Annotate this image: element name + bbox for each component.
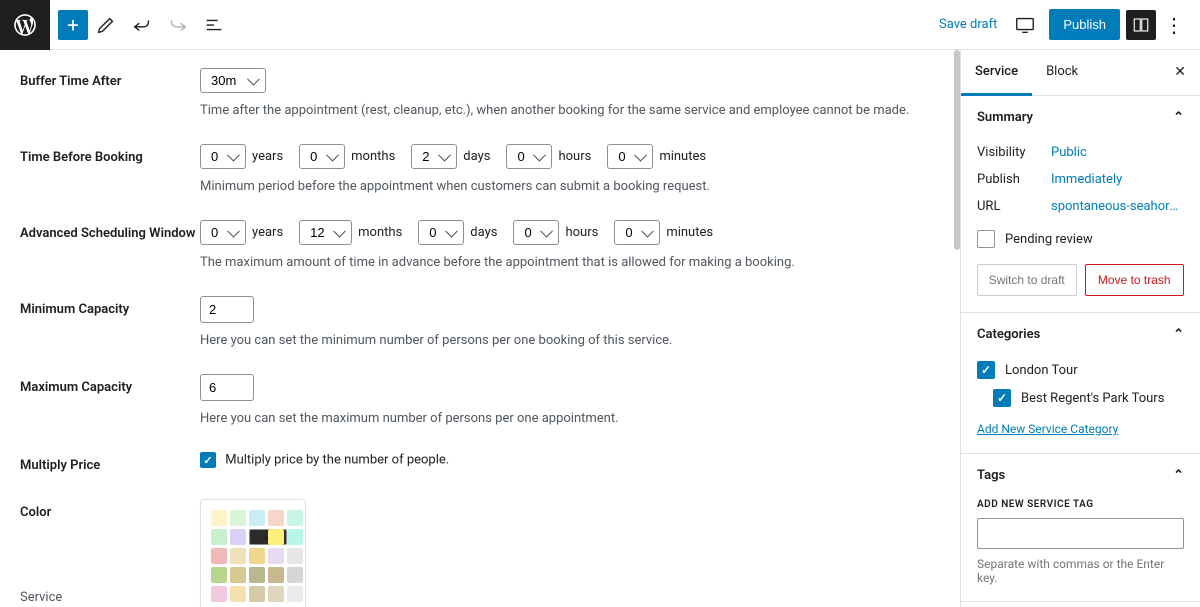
edit-icon[interactable] — [88, 7, 124, 43]
color-swatch[interactable] — [211, 548, 227, 564]
time-before-days[interactable]: 2 — [411, 144, 457, 169]
adv-window-days[interactable]: 0 — [418, 220, 464, 245]
color-swatch[interactable] — [268, 567, 284, 583]
settings-toggle[interactable] — [1126, 10, 1156, 40]
panel-categories-header[interactable]: Categories ⌃ — [961, 313, 1200, 356]
category-label: Best Regent's Park Tours — [1021, 391, 1164, 406]
color-swatch[interactable] — [268, 529, 284, 545]
add-category-link[interactable]: Add New Service Category — [977, 422, 1118, 436]
time-before-hours[interactable]: 0 — [506, 144, 552, 169]
min-cap-label: Minimum Capacity — [20, 296, 200, 317]
chevron-up-icon: ⌃ — [1173, 110, 1184, 125]
editor-canvas: Buffer Time After 30m Time after the app… — [0, 50, 960, 607]
color-picker: More — [200, 499, 306, 607]
adv-window-years[interactable]: 0 — [200, 220, 246, 245]
time-before-help: Minimum period before the appointment wh… — [200, 179, 940, 194]
min-cap-help: Here you can set the minimum number of p… — [200, 333, 940, 348]
color-swatch[interactable] — [211, 529, 227, 545]
color-swatch[interactable] — [211, 586, 227, 602]
color-swatch[interactable] — [230, 586, 246, 602]
adv-window-hours[interactable]: 0 — [513, 220, 559, 245]
publish-time-link[interactable]: Immediately — [1051, 172, 1184, 187]
multiply-chk-label: Multiply price by the number of people. — [225, 453, 449, 468]
publish-button[interactable]: Publish — [1049, 9, 1120, 40]
color-swatch[interactable] — [287, 548, 303, 564]
category-checkbox[interactable] — [993, 389, 1011, 407]
color-swatch[interactable] — [230, 567, 246, 583]
visibility-link[interactable]: Public — [1051, 145, 1184, 160]
color-swatch[interactable] — [249, 510, 265, 526]
close-sidebar-icon[interactable]: ✕ — [1160, 50, 1200, 95]
time-before-months[interactable]: 0 — [299, 144, 345, 169]
chevron-up-icon: ⌃ — [1173, 327, 1184, 342]
color-swatch[interactable] — [287, 567, 303, 583]
color-swatch[interactable] — [249, 586, 265, 602]
adv-window-label: Advanced Scheduling Window — [20, 220, 200, 241]
max-cap-input[interactable] — [200, 374, 254, 401]
scrollbar[interactable] — [954, 50, 960, 250]
min-cap-input[interactable] — [200, 296, 254, 323]
buffer-after-help: Time after the appointment (rest, cleanu… — [200, 103, 940, 118]
color-swatch[interactable] — [249, 567, 265, 583]
multiply-checkbox[interactable] — [200, 452, 216, 468]
time-before-years[interactable]: 0 — [200, 144, 246, 169]
tab-block[interactable]: Block — [1032, 50, 1092, 95]
list-view-icon[interactable] — [196, 7, 232, 43]
category-row: Best Regent's Park Tours — [977, 384, 1184, 412]
save-draft-link[interactable]: Save draft — [939, 17, 997, 32]
category-label: London Tour — [1005, 363, 1078, 378]
undo-icon[interactable] — [124, 7, 160, 43]
options-menu-icon[interactable]: ⋮ — [1156, 13, 1192, 37]
panel-tags-header[interactable]: Tags ⌃ — [961, 454, 1200, 497]
color-swatch[interactable] — [211, 510, 227, 526]
time-before-label: Time Before Booking — [20, 144, 200, 165]
max-cap-help: Here you can set the maximum number of p… — [200, 411, 940, 426]
color-swatch[interactable] — [287, 586, 303, 602]
adv-window-help: The maximum amount of time in advance be… — [200, 255, 940, 270]
category-checkbox[interactable] — [977, 361, 995, 379]
multiply-label: Multiply Price — [20, 452, 200, 473]
panel-summary-header[interactable]: Summary ⌃ — [961, 96, 1200, 139]
color-label: Color — [20, 499, 200, 520]
color-swatch[interactable] — [230, 529, 246, 545]
color-swatch[interactable] — [230, 548, 246, 564]
url-link[interactable]: spontaneous-seahorse... — [1051, 199, 1184, 214]
bottom-tab-service[interactable]: Service — [20, 590, 62, 605]
tag-input[interactable] — [977, 518, 1184, 549]
max-cap-label: Maximum Capacity — [20, 374, 200, 395]
chevron-up-icon: ⌃ — [1173, 468, 1184, 483]
color-swatch[interactable] — [249, 548, 265, 564]
color-swatch[interactable] — [287, 529, 303, 545]
color-swatch[interactable] — [268, 586, 284, 602]
color-swatch[interactable] — [287, 510, 303, 526]
color-swatch[interactable] — [211, 567, 227, 583]
move-trash-button[interactable]: Move to trash — [1085, 264, 1185, 296]
preview-icon[interactable] — [1007, 7, 1043, 43]
settings-sidebar: Service Block ✕ Summary ⌃ VisibilityPubl… — [960, 50, 1200, 607]
adv-window-minutes[interactable]: 0 — [614, 220, 660, 245]
adv-window-months[interactable]: 12 — [299, 220, 352, 245]
color-swatch[interactable] — [230, 510, 246, 526]
top-toolbar: + Save draft Publish ⋮ — [0, 0, 1200, 50]
add-block-button[interactable]: + — [58, 10, 88, 40]
buffer-after-label: Buffer Time After — [20, 68, 200, 89]
switch-draft-button[interactable]: Switch to draft — [977, 264, 1077, 296]
buffer-after-select[interactable]: 30m — [200, 68, 266, 93]
wordpress-logo[interactable] — [0, 0, 50, 50]
category-row: London Tour — [977, 356, 1184, 384]
color-swatch[interactable] — [268, 548, 284, 564]
pending-review-checkbox[interactable] — [977, 230, 995, 248]
redo-icon[interactable] — [160, 7, 196, 43]
tab-service[interactable]: Service — [961, 50, 1032, 96]
color-swatch[interactable] — [268, 510, 284, 526]
time-before-minutes[interactable]: 0 — [607, 144, 653, 169]
tag-help: Separate with commas or the Enter key. — [977, 549, 1184, 585]
add-tag-label: ADD NEW SERVICE TAG — [977, 497, 1184, 518]
